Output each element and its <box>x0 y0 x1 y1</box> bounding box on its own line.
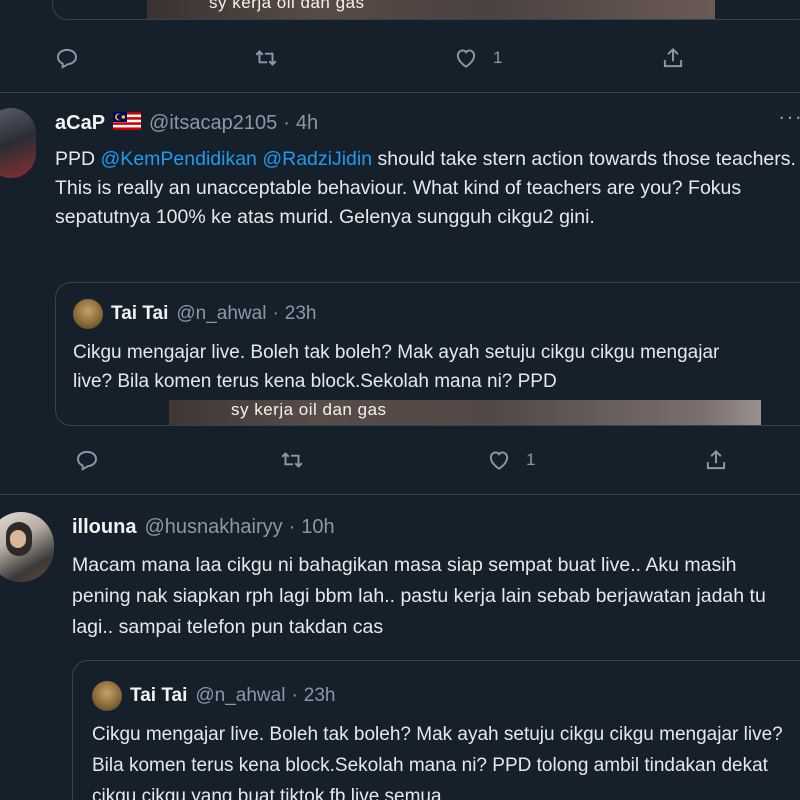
malaysia-flag-icon <box>113 112 142 135</box>
tweet2-text: Macam mana laa cikgu ni bahagikan masa s… <box>72 554 766 638</box>
handle[interactable]: @itsacap2105 <box>149 112 277 135</box>
quote-timestamp: 23h <box>303 685 336 706</box>
prev-retweet-button[interactable] <box>253 45 279 71</box>
quoted-tweet[interactable]: Tai Tai @n_ahwal · 23h Cikgu mengajar li… <box>55 282 800 426</box>
like-count: 1 <box>526 450 536 469</box>
heart-icon <box>456 49 476 68</box>
more-options-icon[interactable]: ··· <box>778 104 800 130</box>
timestamp[interactable]: 4h <box>296 112 318 135</box>
quote-media-caption: sy kerja oil dan gas <box>231 400 387 419</box>
prev-quote-media: sy kerja oil dan gas <box>147 0 715 19</box>
tweet1-header: aCaP @itsacap2105 · 4h <box>55 112 318 135</box>
quote-avatar <box>92 681 122 711</box>
heart-icon <box>489 451 509 470</box>
reply-icon <box>77 450 97 471</box>
separator: · <box>291 685 298 706</box>
avatar[interactable] <box>0 512 54 582</box>
quote-display-name: Tai Tai <box>111 303 169 324</box>
quote-handle: @n_ahwal <box>176 303 267 324</box>
avatar[interactable] <box>0 108 36 178</box>
prev-reply-button[interactable] <box>54 45 80 71</box>
display-name[interactable]: aCaP <box>55 112 105 135</box>
separator: · <box>272 303 279 324</box>
quote-header: Tai Tai @n_ahwal · 23h <box>73 299 316 329</box>
quote-header: Tai Tai @n_ahwal · 23h <box>92 681 335 711</box>
like-button[interactable]: 1 <box>486 447 535 473</box>
prev-like-count: 1 <box>493 48 503 67</box>
prev-share-button[interactable] <box>660 45 686 71</box>
quote-text: Cikgu mengajar live. Boleh tak boleh? Ma… <box>73 342 720 392</box>
share-icon <box>663 47 683 68</box>
tweet-divider <box>0 92 800 93</box>
quoted-tweet[interactable]: Tai Tai @n_ahwal · 23h Cikgu mengajar li… <box>72 660 800 800</box>
handle[interactable]: @husnakhairyy <box>144 516 282 539</box>
prev-media-caption: sy kerja oil dan gas <box>209 0 365 12</box>
reply-icon <box>57 48 77 69</box>
share-button[interactable] <box>703 447 729 473</box>
tweet2-header: illouna @husnakhairyy · 10h <box>72 516 335 539</box>
tweet-text-pre: PPD <box>55 148 101 170</box>
tweet1-text: PPD @KemPendidikan @RadziJidin should ta… <box>55 145 800 232</box>
mention-link[interactable]: @RadziJidin <box>262 148 372 170</box>
reply-button[interactable] <box>74 447 100 473</box>
separator: · <box>283 112 290 134</box>
quote-avatar <box>73 299 103 329</box>
quote-timestamp: 23h <box>284 303 317 324</box>
separator: · <box>288 516 296 538</box>
share-icon <box>706 449 726 470</box>
retweet-icon <box>281 452 303 468</box>
retweet-button[interactable] <box>279 447 305 473</box>
retweet-icon <box>255 50 277 66</box>
display-name[interactable]: illouna <box>72 516 136 539</box>
quote-media: sy kerja oil dan gas <box>169 400 761 425</box>
prev-like-button[interactable]: 1 <box>453 45 502 71</box>
quote-text: Cikgu mengajar live. Boleh tak boleh? Ma… <box>92 724 783 800</box>
mention-link[interactable]: @KemPendidikan <box>101 148 257 170</box>
prev-quote-box[interactable]: sy kerja oil dan gas <box>52 0 800 20</box>
tweet-divider <box>0 494 800 495</box>
quote-display-name: Tai Tai <box>130 685 188 706</box>
quote-handle: @n_ahwal <box>195 685 286 706</box>
timestamp[interactable]: 10h <box>301 516 334 539</box>
